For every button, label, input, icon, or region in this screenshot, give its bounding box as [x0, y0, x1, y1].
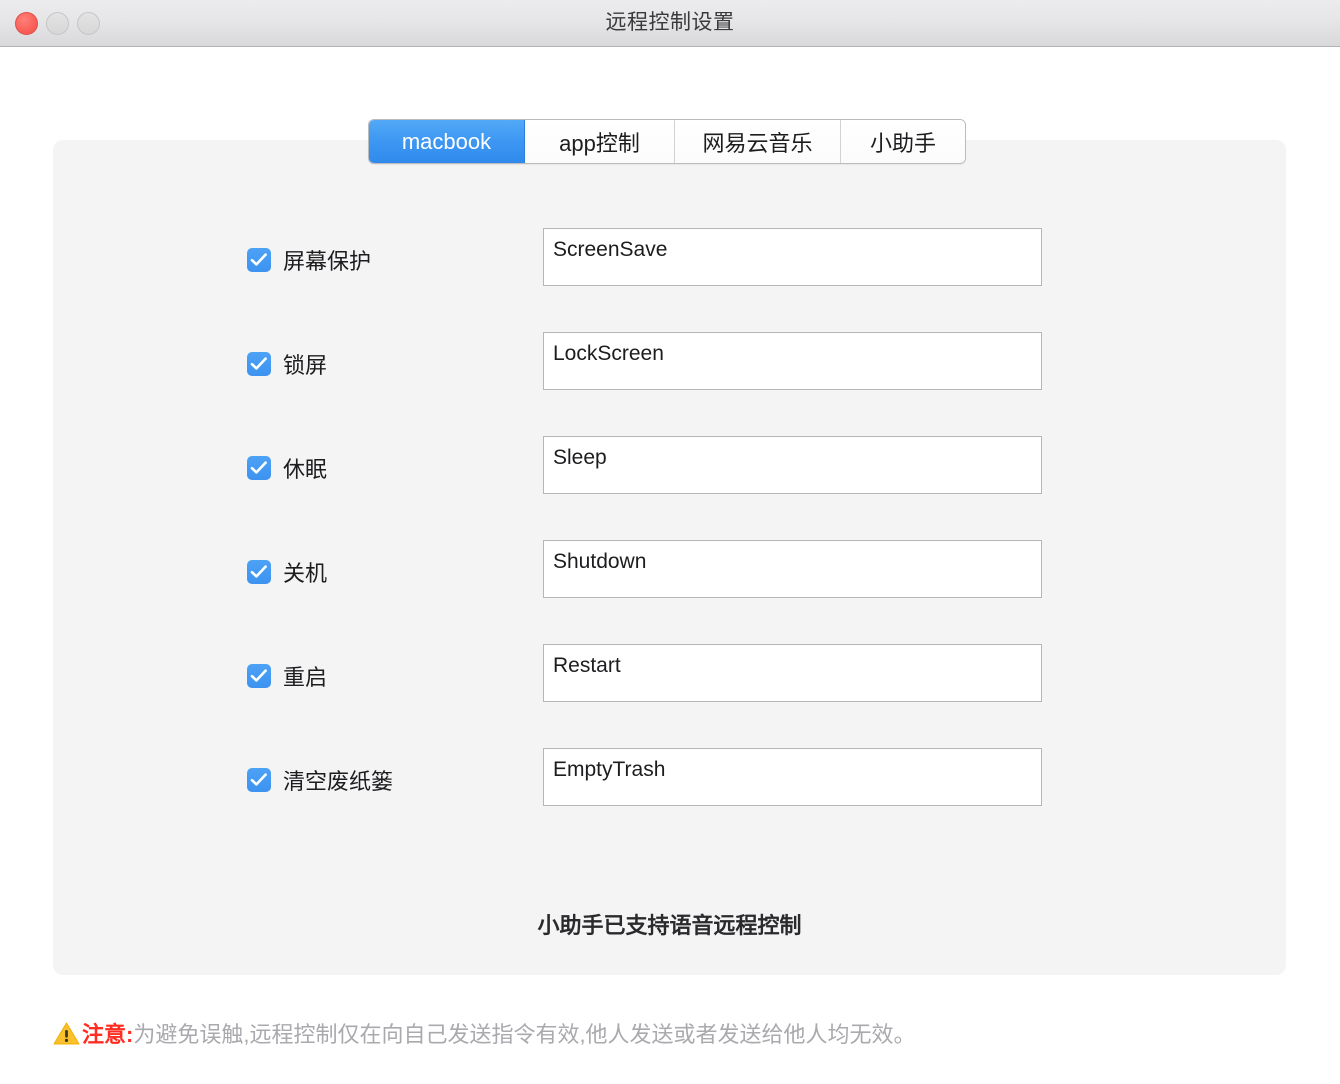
warning-triangle-icon	[53, 1021, 80, 1046]
setting-label-screensave: 屏幕保护	[283, 244, 371, 276]
command-input-shutdown[interactable]	[543, 540, 1042, 598]
check-icon	[250, 252, 268, 268]
setting-label-group-sleep: 休眠	[247, 436, 327, 500]
command-input-screensave[interactable]	[543, 228, 1042, 286]
setting-label-group-restart: 重启	[247, 644, 327, 708]
check-icon	[250, 564, 268, 580]
warning-body: 为避免误触,远程控制仅在向自己发送指令有效,他人发送或者发送给他人均无效。	[133, 1017, 915, 1049]
app-window: 远程控制设置 macbook app控制 网易云音乐 小助手 屏幕保护	[0, 0, 1340, 1084]
setting-row-screensave: 屏幕保护	[53, 228, 1286, 292]
check-icon	[250, 668, 268, 684]
setting-label-restart: 重启	[283, 660, 327, 692]
setting-label-sleep: 休眠	[283, 452, 327, 484]
title-bar: 远程控制设置	[0, 0, 1340, 47]
tab-netease-music-label: 网易云音乐	[702, 126, 812, 158]
check-icon	[250, 356, 268, 372]
check-icon	[250, 460, 268, 476]
checkbox-screensave[interactable]	[247, 248, 271, 272]
command-input-lockscreen[interactable]	[543, 332, 1042, 390]
tab-bar: macbook app控制 网易云音乐 小助手	[368, 119, 966, 164]
checkbox-restart[interactable]	[247, 664, 271, 688]
setting-row-sleep: 休眠	[53, 436, 1286, 500]
setting-label-emptytrash: 清空废纸篓	[283, 764, 393, 796]
tab-netease-music[interactable]: 网易云音乐	[675, 120, 841, 163]
checkbox-sleep[interactable]	[247, 456, 271, 480]
tab-app-control[interactable]: app控制	[525, 120, 675, 163]
check-icon	[250, 772, 268, 788]
warning-title: 注意:	[82, 1017, 133, 1049]
command-input-sleep[interactable]	[543, 436, 1042, 494]
setting-label-shutdown: 关机	[283, 556, 327, 588]
assistant-support-note: 小助手已支持语音远程控制	[53, 908, 1286, 940]
setting-label-group-screensave: 屏幕保护	[247, 228, 371, 292]
setting-row-restart: 重启	[53, 644, 1286, 708]
setting-label-group-emptytrash: 清空废纸篓	[247, 748, 393, 812]
tab-assistant[interactable]: 小助手	[841, 120, 965, 163]
tab-macbook-label: macbook	[402, 129, 491, 155]
tab-assistant-label: 小助手	[870, 126, 936, 158]
setting-row-lockscreen: 锁屏	[53, 332, 1286, 396]
tab-macbook[interactable]: macbook	[369, 120, 525, 163]
settings-panel: 屏幕保护 锁屏	[53, 140, 1286, 975]
setting-label-group-shutdown: 关机	[247, 540, 327, 604]
command-input-emptytrash[interactable]	[543, 748, 1042, 806]
warning-bar: 注意: 为避免误触,远程控制仅在向自己发送指令有效,他人发送或者发送给他人均无效…	[53, 1012, 1293, 1054]
tab-app-control-label: app控制	[559, 126, 640, 158]
setting-row-emptytrash: 清空废纸篓	[53, 748, 1286, 812]
setting-row-shutdown: 关机	[53, 540, 1286, 604]
setting-label-lockscreen: 锁屏	[283, 348, 327, 380]
checkbox-emptytrash[interactable]	[247, 768, 271, 792]
setting-label-group-lockscreen: 锁屏	[247, 332, 327, 396]
window-title: 远程控制设置	[0, 0, 1340, 47]
checkbox-lockscreen[interactable]	[247, 352, 271, 376]
command-input-restart[interactable]	[543, 644, 1042, 702]
checkbox-shutdown[interactable]	[247, 560, 271, 584]
